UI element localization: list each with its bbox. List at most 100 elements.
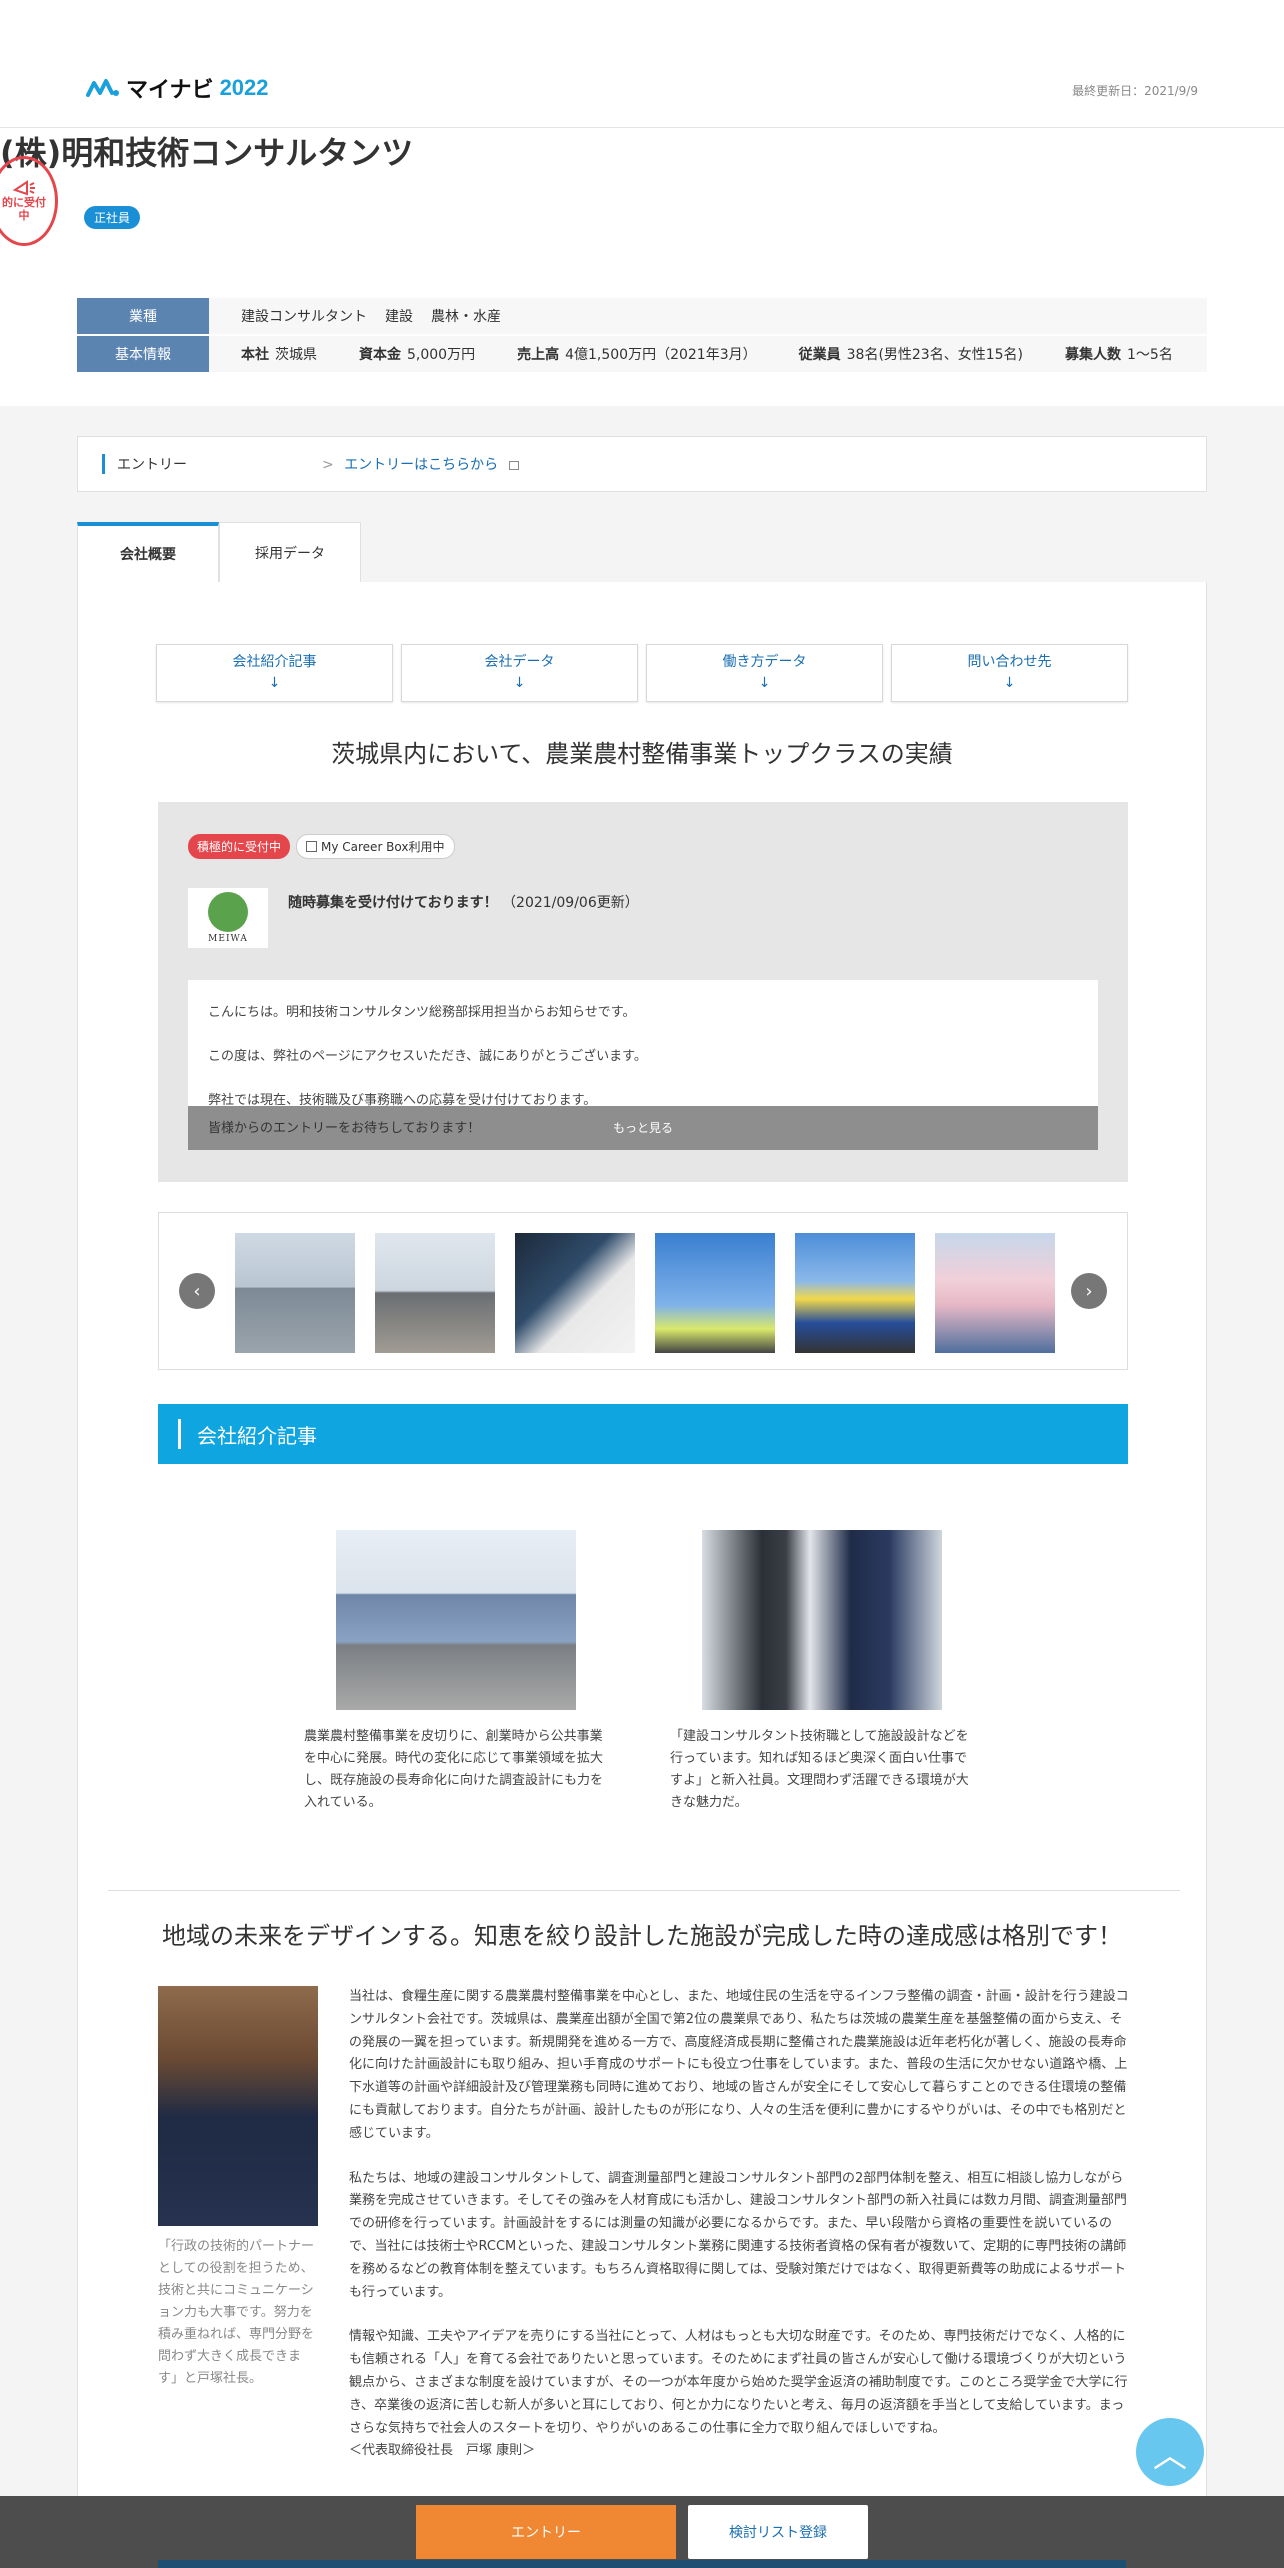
feature-text: 「建設コンサルタント技術職として施設設計などを行っています。知れば知るほど奥深く…	[670, 1729, 969, 1810]
info-sales: 売上高 4億1,500万円（2021年3月）	[517, 347, 757, 363]
photo-thumb[interactable]	[795, 1233, 915, 1353]
news-last-line: 皆様からのエントリーをお待ちしております！	[208, 1121, 481, 1136]
info-capital: 資本金 5,000万円	[359, 347, 476, 363]
company-info-table: 業種 建設コンサルタント 建設 農林・水産 基本情報 本社 茨城県 資本金 5,00…	[77, 298, 1207, 406]
building-photo	[336, 1530, 576, 1710]
entry-link-text: エントリーはこちらから	[344, 457, 499, 473]
employee-photo	[702, 1530, 942, 1710]
company-header: 的に受付 中 (株)明和技術コンサルタンツ 正社員	[0, 128, 1284, 298]
feature-article-2[interactable]: 「建設コンサルタント技術職として施設設計などを行っています。知れば知るほど奥深く…	[670, 1530, 970, 1814]
arrow-down-icon: ↓	[758, 675, 771, 691]
company-logo: MEIWA	[188, 888, 268, 948]
industry-item: 建設	[385, 309, 413, 325]
show-more-label: もっと見る	[612, 1121, 673, 1135]
bottom-strip	[158, 2560, 1126, 2568]
arrow-down-icon: ↓	[1003, 675, 1016, 691]
arrow-down-icon: ↓	[268, 675, 281, 691]
active-recruiting-tag: 積極的に受付中	[188, 834, 291, 859]
photo-thumb[interactable]	[375, 1233, 495, 1353]
box-icon	[306, 841, 317, 852]
news-line: こんにちは。明和技術コンサルタンツ総務部採用担当からお知らせです。	[208, 1005, 636, 1020]
news-body: こんにちは。明和技術コンサルタンツ総務部採用担当からお知らせです。 この度は、弊…	[188, 980, 1098, 1150]
nav-label: 会社紹介記事	[232, 654, 317, 670]
section-nav: 会社紹介記事 ↓ 会社データ ↓ 働き方データ ↓ 問い合わせ先 ↓	[156, 644, 1128, 702]
career-box-tag: My Career Box利用中	[296, 834, 455, 859]
industry-item: 農林・水産	[431, 309, 501, 325]
photo-carousel: ‹ ›	[158, 1212, 1128, 1370]
basic-info-row: 基本情報 本社 茨城県 資本金 5,000万円 売上高 4億1,500万円（2021年…	[77, 336, 1207, 372]
news-title: 随時募集を受け付けております！ （2021/09/06更新）	[288, 892, 639, 912]
carousel-thumbs	[235, 1233, 1055, 1353]
basic-info-value: 本社 茨城県 資本金 5,000万円 売上高 4億1,500万円（2021年3月） 従…	[209, 336, 1173, 372]
company-articles-heading: 会社紹介記事	[158, 1404, 1128, 1464]
industry-item: 建設コンサルタント	[241, 309, 367, 325]
show-more-button[interactable]: 皆様からのエントリーをお待ちしております！ もっと見る	[188, 1106, 1098, 1150]
megaphone-icon	[12, 179, 35, 196]
entry-bar: エントリー > エントリーはこちらから	[77, 436, 1207, 492]
carousel-next-button[interactable]: ›	[1071, 1273, 1107, 1309]
photo-thumb[interactable]	[515, 1233, 635, 1353]
bottom-action-bar: エントリー 検討リスト登録	[0, 2496, 1284, 2568]
entry-label: エントリー	[102, 454, 322, 474]
photo-thumb[interactable]	[935, 1233, 1055, 1353]
mynavi-logo[interactable]: マイナビ 2022	[86, 72, 269, 104]
add-to-list-button[interactable]: 検討リスト登録	[688, 2505, 868, 2559]
career-box-text: My Career Box利用中	[321, 840, 445, 854]
scroll-top-button[interactable]: ︿	[1136, 2418, 1204, 2486]
mynavi-mark-icon	[86, 77, 120, 99]
news-title-text: 随時募集を受け付けております！	[288, 895, 498, 911]
main-content: エントリー > エントリーはこちらから 会社概要 採用データ 会社紹介記事 ↓ …	[0, 406, 1284, 2512]
message-paragraph: 当社は、食糧生産に関する農業農村整備事業を中心とし、また、地域住民の生活を守るイ…	[349, 1989, 1129, 2141]
entry-button[interactable]: エントリー	[416, 2505, 676, 2559]
tab-bar: 会社概要 採用データ	[77, 522, 1207, 582]
entry-link[interactable]: > エントリーはこちらから	[322, 454, 519, 474]
stamp-line-1: 的に受付	[2, 195, 46, 209]
top-area: マイナビ 2022 最終更新日：2021/9/9 的に受付 中 (株)明和技術コ…	[0, 0, 1284, 406]
feature-article-1[interactable]: 農業農村整備事業を皮切りに、創業時から公共事業を中心に発展。時代の変化に応じて事…	[304, 1530, 604, 1814]
industry-row: 業種 建設コンサルタント 建設 農林・水産	[77, 298, 1207, 334]
tree-icon	[208, 892, 248, 932]
section-divider	[108, 1890, 1180, 1891]
message-body: 当社は、食糧生産に関する農業農村整備事業を中心とし、また、地域住民の生活を守るイ…	[349, 1986, 1129, 2463]
chevron-right-icon: >	[322, 457, 334, 473]
basic-info-label: 基本情報	[77, 336, 209, 372]
message-title: 地域の未来をデザインする。知恵を絞り設計した施設が完成した時の達成感は格別です！	[162, 1922, 1122, 1950]
tab-recruitment-data[interactable]: 採用データ	[219, 522, 361, 582]
stamp-line-2: 中	[18, 209, 30, 222]
industry-label: 業種	[77, 298, 209, 334]
company-logo-text: MEIWA	[208, 934, 248, 944]
section-title-text: 会社紹介記事	[197, 1423, 317, 1448]
company-headline: 茨城県内において、農業農村整備事業トップクラスの実績	[331, 740, 953, 768]
last-updated: 最終更新日：2021/9/9	[1072, 84, 1198, 98]
nav-label: 問い合わせ先	[967, 654, 1052, 670]
nav-company-data[interactable]: 会社データ ↓	[401, 644, 638, 702]
nav-company-articles[interactable]: 会社紹介記事 ↓	[156, 644, 393, 702]
photo-thumb[interactable]	[655, 1233, 775, 1353]
external-window-icon	[508, 460, 519, 470]
photo-thumb[interactable]	[235, 1233, 355, 1353]
carousel-prev-button[interactable]: ‹	[179, 1273, 215, 1309]
message-paragraph: 私たちは、地域の建設コンサルタントして、調査測量部門と建設コンサルタント部門の2…	[349, 2170, 1127, 2300]
site-header: マイナビ 2022 最終更新日：2021/9/9	[0, 0, 1284, 128]
company-name: (株)明和技術コンサルタンツ	[0, 134, 414, 172]
arrow-down-icon: ↓	[513, 675, 526, 691]
ceo-photo	[158, 1986, 318, 2226]
nav-contact[interactable]: 問い合わせ先 ↓	[891, 644, 1128, 702]
nav-label: 働き方データ	[722, 654, 807, 670]
message-paragraph: 情報や知識、工夫やアイデアを売りにする当社にとって、人材はもっとも大切な財産です…	[349, 2329, 1128, 2436]
logo-year: 2022	[219, 75, 269, 100]
employment-type-badge: 正社員	[84, 206, 141, 229]
heading-accent-bar	[178, 1419, 181, 1449]
info-headquarters: 本社 茨城県	[241, 347, 317, 363]
industry-value: 建設コンサルタント 建設 農林・水産	[209, 298, 501, 334]
nav-workstyle-data[interactable]: 働き方データ ↓	[646, 644, 883, 702]
news-line: この度は、弊社のページにアクセスいただき、誠にありがとうございます。	[208, 1049, 647, 1064]
message-signature: ＜代表取締役社長 戸塚 康則＞	[349, 2443, 536, 2459]
info-employees: 従業員 38名(男性23名、女性15名)	[798, 347, 1023, 363]
nav-label: 会社データ	[484, 654, 555, 670]
recruitment-news: 積極的に受付中 My Career Box利用中 MEIWA 随時募集を受け付け…	[158, 802, 1128, 1182]
news-date: （2021/09/06更新）	[502, 895, 639, 911]
logo-text: マイナビ	[126, 77, 214, 102]
info-openings: 募集人数 1～5名	[1065, 347, 1173, 363]
tab-company-overview[interactable]: 会社概要	[77, 522, 219, 582]
